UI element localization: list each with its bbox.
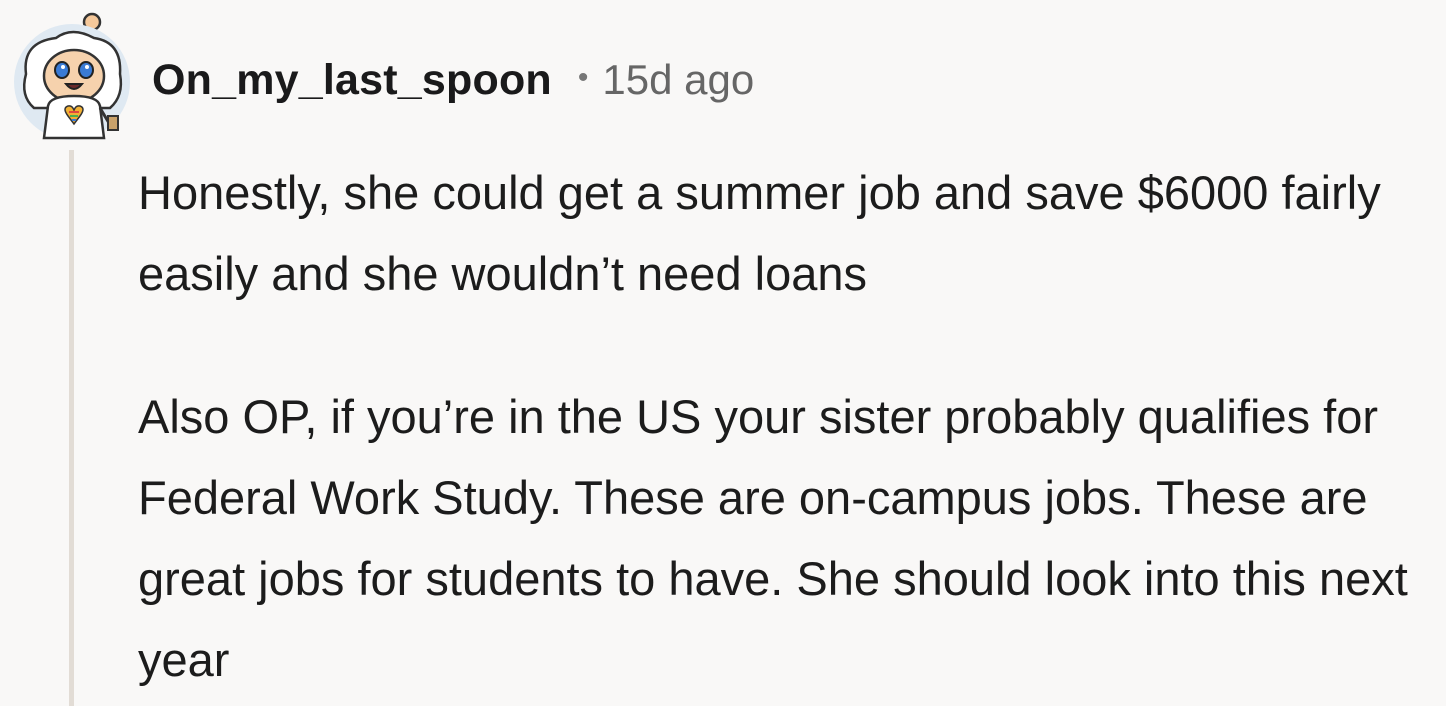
username-link[interactable]: On_my_last_spoon (152, 56, 552, 105)
timestamp[interactable]: 15d ago (602, 56, 754, 104)
comment-header: On_my_last_spoon • 15d ago (152, 50, 754, 110)
thread-collapse-line[interactable] (69, 150, 74, 706)
comment-paragraph: Honestly, she could get a summer job and… (138, 166, 1381, 300)
comment-paragraph: Also OP, if you’re in the US your sister… (138, 390, 1408, 686)
comment-card: On_my_last_spoon • 15d ago Honestly, she… (0, 0, 1446, 706)
user-avatar-icon[interactable] (12, 12, 132, 140)
comment-body: Honestly, she could get a summer job and… (138, 152, 1428, 700)
meta-separator: • (577, 61, 589, 94)
snoo-avatar-icon (14, 12, 130, 140)
